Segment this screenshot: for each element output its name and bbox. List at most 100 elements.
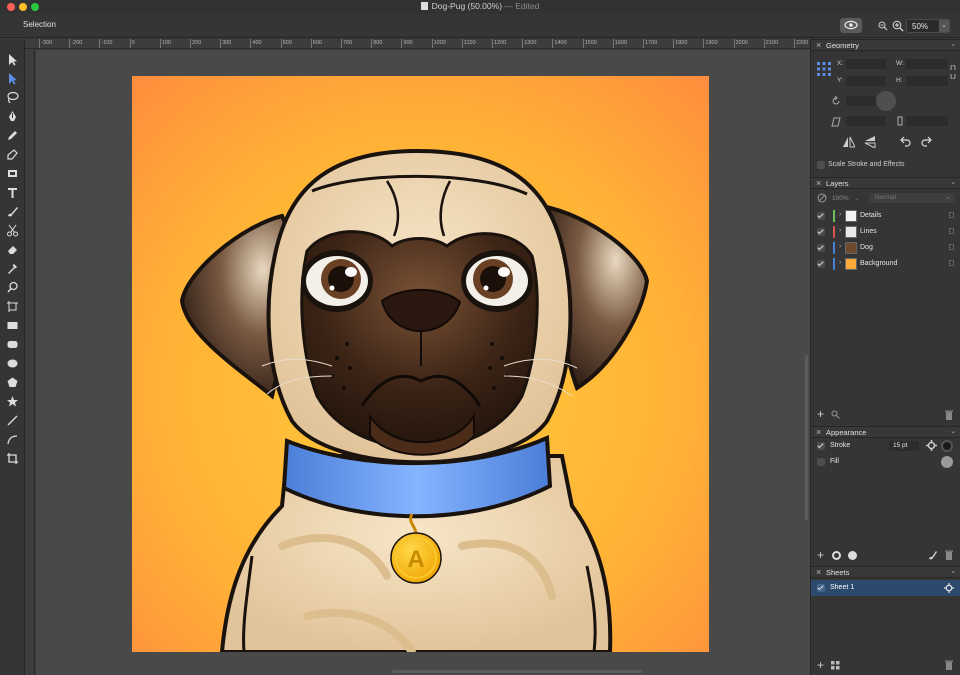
rotation-field[interactable] bbox=[846, 96, 876, 106]
y-field[interactable] bbox=[846, 76, 886, 86]
trash-icon[interactable] bbox=[945, 660, 953, 670]
fill-tool-icon[interactable] bbox=[6, 167, 19, 180]
gear-icon[interactable] bbox=[926, 440, 937, 451]
layer-row-lines[interactable]: › Lines bbox=[811, 224, 960, 240]
lasso-tool-icon[interactable] bbox=[6, 91, 19, 104]
sheet-checkbox[interactable] bbox=[817, 584, 825, 592]
lock-icon[interactable] bbox=[949, 228, 954, 234]
x-field[interactable] bbox=[846, 59, 886, 69]
lock-icon[interactable] bbox=[949, 212, 954, 218]
anchor-grid-icon[interactable] bbox=[817, 62, 831, 76]
ellipse-tool-icon[interactable] bbox=[6, 357, 19, 370]
add-sheet-icon[interactable]: + bbox=[817, 658, 824, 672]
close-icon[interactable]: × bbox=[816, 427, 821, 437]
layer-row-dog[interactable]: › Dog bbox=[811, 240, 960, 256]
tools-panel bbox=[0, 39, 25, 675]
text-tool-icon[interactable] bbox=[6, 186, 19, 199]
add-fill-icon[interactable] bbox=[848, 551, 857, 560]
fill-color-swatch[interactable] bbox=[941, 456, 953, 468]
layer-visibility-checkbox[interactable] bbox=[817, 212, 825, 220]
line-tool-icon[interactable] bbox=[6, 414, 19, 427]
add-layer-icon[interactable]: + bbox=[817, 407, 824, 421]
eraser-tool-icon[interactable] bbox=[6, 243, 19, 256]
eyedropper-tool-icon[interactable] bbox=[6, 262, 19, 275]
add-stroke-icon[interactable] bbox=[832, 551, 841, 560]
rectangle-tool-icon[interactable] bbox=[6, 319, 19, 332]
artboard-tool-icon[interactable] bbox=[6, 300, 19, 313]
geometry-header[interactable]: × Geometry ⌄ bbox=[811, 39, 960, 51]
chevron-down-icon[interactable]: ⌄ bbox=[950, 178, 956, 186]
trash-icon[interactable] bbox=[945, 550, 953, 560]
stroke-checkbox[interactable] bbox=[817, 442, 825, 450]
layer-visibility-checkbox[interactable] bbox=[817, 260, 825, 268]
fill-checkbox[interactable] bbox=[817, 458, 825, 466]
curve-tool-icon[interactable] bbox=[6, 433, 19, 446]
lock-icon[interactable] bbox=[949, 260, 954, 266]
chevron-down-icon[interactable]: ⌄ bbox=[950, 567, 956, 575]
layer-row-background[interactable]: › Background bbox=[811, 256, 960, 272]
layer-opacity-value[interactable]: 100% bbox=[832, 195, 849, 202]
layer-visibility-checkbox[interactable] bbox=[817, 244, 825, 252]
shear-angle-field[interactable] bbox=[906, 116, 948, 126]
crop-tool-icon[interactable] bbox=[6, 452, 19, 465]
close-icon[interactable]: × bbox=[816, 178, 821, 188]
vertical-scrollbar[interactable] bbox=[805, 355, 808, 520]
chevron-down-icon[interactable]: ⌄ bbox=[950, 40, 956, 48]
zoom-in-icon[interactable] bbox=[892, 20, 904, 32]
gear-icon[interactable] bbox=[944, 583, 954, 593]
chevron-right-icon[interactable]: › bbox=[839, 259, 841, 266]
search-icon[interactable] bbox=[831, 410, 840, 419]
sheets-header[interactable]: × Sheets ⌄ bbox=[811, 566, 960, 578]
flip-vertical-icon[interactable] bbox=[864, 136, 876, 148]
pen-tool-icon[interactable] bbox=[6, 110, 19, 123]
node-tool-icon[interactable] bbox=[6, 72, 19, 85]
chevron-right-icon[interactable]: › bbox=[839, 227, 841, 234]
chevron-right-icon[interactable]: › bbox=[839, 211, 841, 218]
blend-mode-select[interactable]: Normal ⌄ bbox=[869, 193, 955, 203]
brush-icon[interactable] bbox=[928, 550, 937, 560]
brush-tool-icon[interactable] bbox=[6, 205, 19, 218]
artboard[interactable]: A bbox=[132, 76, 709, 652]
star-tool-icon[interactable] bbox=[6, 395, 19, 408]
scissors-tool-icon[interactable] bbox=[6, 224, 19, 237]
trash-icon[interactable] bbox=[945, 410, 953, 420]
stroke-width-field[interactable]: 15 pt bbox=[889, 441, 919, 451]
layer-row-details[interactable]: › Details bbox=[811, 208, 960, 224]
ruler-tick-label: 300 bbox=[220, 39, 231, 48]
ruler-tick-label: 200 bbox=[190, 39, 201, 48]
horizontal-scrollbar[interactable] bbox=[392, 670, 642, 673]
polygon-tool-icon[interactable] bbox=[6, 376, 19, 389]
height-field[interactable] bbox=[906, 76, 948, 86]
vector-brush-tool-icon[interactable] bbox=[6, 148, 19, 161]
scale-stroke-checkbox[interactable] bbox=[817, 161, 825, 169]
rotate-left-icon[interactable] bbox=[899, 136, 911, 148]
flip-horizontal-icon[interactable] bbox=[843, 136, 855, 148]
rounded-rectangle-tool-icon[interactable] bbox=[6, 338, 19, 351]
stroke-color-swatch[interactable] bbox=[941, 440, 953, 452]
sheet-row[interactable]: Sheet 1 bbox=[811, 580, 960, 596]
zoom-out-icon[interactable] bbox=[878, 21, 888, 31]
chevron-right-icon[interactable]: › bbox=[839, 243, 841, 250]
chevron-down-icon[interactable]: ⌄ bbox=[950, 427, 956, 435]
lock-icon[interactable] bbox=[949, 244, 954, 250]
grid-icon[interactable] bbox=[831, 661, 840, 670]
view-mode-button[interactable] bbox=[840, 18, 862, 33]
window-title: Dog-Pug (50.00%) — Edited bbox=[0, 1, 960, 11]
zoom-level-select[interactable]: 50% ⌄ bbox=[906, 19, 950, 33]
layers-header[interactable]: × Layers ⌄ bbox=[811, 177, 960, 189]
close-icon[interactable]: × bbox=[816, 567, 821, 577]
shear-field[interactable] bbox=[846, 116, 886, 126]
appearance-header[interactable]: × Appearance ⌄ bbox=[811, 426, 960, 438]
zoom-tool-icon[interactable] bbox=[6, 281, 19, 294]
pug-illustration[interactable]: A bbox=[132, 76, 709, 652]
rotation-dial[interactable] bbox=[876, 91, 896, 111]
layer-visibility-checkbox[interactable] bbox=[817, 228, 825, 236]
move-tool-icon[interactable] bbox=[6, 53, 19, 66]
rotate-right-icon[interactable] bbox=[921, 136, 933, 148]
close-icon[interactable]: × bbox=[816, 40, 821, 50]
link-icon[interactable] bbox=[950, 65, 956, 79]
tool-mode-label: Selection bbox=[23, 20, 56, 29]
pencil-tool-icon[interactable] bbox=[6, 129, 19, 142]
add-appearance-icon[interactable]: + bbox=[817, 548, 824, 562]
width-field[interactable] bbox=[906, 59, 948, 69]
